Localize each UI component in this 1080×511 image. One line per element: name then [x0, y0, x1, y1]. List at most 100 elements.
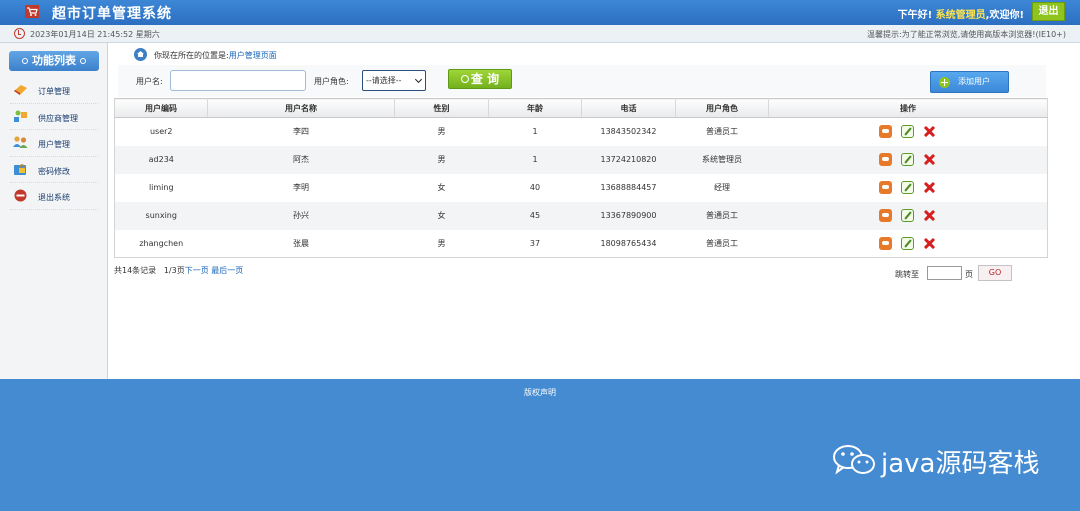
watermark-text: java源码客栈: [881, 449, 1040, 479]
view-icon[interactable]: [879, 125, 893, 139]
add-user-button[interactable]: 添加用户: [930, 71, 1009, 93]
users-icon: [13, 136, 28, 148]
edit-icon[interactable]: [901, 153, 915, 166]
cell-actions: [768, 173, 1048, 202]
column-header: 性别: [394, 98, 489, 118]
last-page-link[interactable]: 最后一页: [211, 266, 243, 275]
breadcrumb: 你现在所在的位置是:用户管理页面: [118, 46, 1046, 63]
welcome-text: ,欢迎你!: [985, 10, 1024, 21]
menu-header: 功能列表: [9, 51, 99, 71]
query-button[interactable]: 查 询: [448, 69, 512, 89]
cell-user-name: 阿杰: [207, 145, 395, 174]
cell-actions: [768, 145, 1048, 174]
chevron-down-icon: [414, 75, 423, 84]
column-header: 用户名称: [207, 98, 395, 118]
sidebar-item-label: 退出系统: [38, 193, 70, 202]
copyright-text: 版权声明: [524, 388, 556, 397]
sidebar-item-users[interactable]: 用户管理: [10, 130, 98, 157]
cell-gender: 女: [394, 201, 489, 230]
sidebar-item-label: 密码修改: [38, 166, 70, 176]
view-icon[interactable]: [879, 181, 893, 194]
bullet-icon: [22, 58, 28, 64]
sidebar-item-orders[interactable]: 订单管理: [10, 77, 98, 104]
edit-icon[interactable]: [901, 236, 915, 250]
footer: 版权声明 java源码客栈: [0, 379, 1080, 511]
go-button[interactable]: GO: [978, 265, 1012, 281]
browser-tip: 温馨提示:为了能正常浏览,请使用高版本浏览器!(IE10+): [867, 30, 1066, 39]
cell-actions: [768, 201, 1048, 230]
wechat-icon: [833, 445, 875, 475]
cell-gender: 男: [394, 145, 489, 174]
app-title: 超市订单管理系统: [52, 6, 172, 22]
breadcrumb-prefix: 你现在所在的位置是:: [154, 51, 229, 60]
clock-icon: [14, 28, 25, 39]
cell-user-name: 张晨: [207, 229, 395, 258]
cell-age: 45: [488, 201, 582, 230]
sidebar-item-label: 订单管理: [38, 87, 70, 96]
sidebar-item-label: 供应商管理: [38, 113, 78, 123]
bullet-icon: [80, 58, 86, 64]
cell-gender: 男: [394, 229, 489, 258]
search-icon: [460, 74, 469, 83]
sidebar: 功能列表 订单管理 供应商管理 用户管理 密码修改 退出系统: [0, 43, 108, 379]
cell-role: 普通员工: [675, 201, 769, 230]
home-icon: [134, 48, 147, 61]
view-icon[interactable]: [879, 209, 893, 222]
delete-icon[interactable]: [923, 209, 936, 222]
table-row: user2 李四 男 1 13843502342 普通员工: [114, 117, 1048, 146]
page-indicator: 1/3页: [163, 266, 185, 275]
edit-icon[interactable]: [901, 181, 915, 194]
greeting-text: 下午好!: [897, 10, 933, 21]
view-icon[interactable]: [879, 153, 893, 166]
cell-user-code: zhangchen: [114, 229, 208, 258]
cell-phone: 18098765434: [581, 229, 676, 258]
delete-icon[interactable]: [923, 181, 936, 194]
cell-role: 经理: [675, 173, 769, 202]
sidebar-item-password[interactable]: 密码修改: [10, 157, 98, 183]
edit-icon[interactable]: [901, 125, 915, 139]
cell-user-code: user2: [114, 117, 208, 146]
search-panel: 用户名: 用户角色: --请选择-- 查 询 添加用户: [118, 65, 1046, 97]
cell-user-name: 孙兴: [207, 201, 395, 230]
cell-phone: 13367890900: [581, 201, 676, 230]
shopping-cart-icon: [25, 5, 39, 18]
current-datetime: 2023年01月14日 21:45:52 星期六: [30, 30, 160, 39]
role-select-value: --请选择--: [366, 76, 402, 85]
cell-age: 40: [488, 173, 582, 202]
cell-user-code: sunxing: [114, 201, 208, 230]
cell-gender: 女: [394, 173, 489, 202]
sidebar-item-exit[interactable]: 退出系统: [10, 183, 98, 210]
cell-user-code: ad234: [114, 145, 208, 174]
greeting: 下午好! 系统管理员,欢迎你!: [898, 6, 1024, 21]
add-user-label: 添加用户: [958, 77, 990, 86]
delete-icon[interactable]: [923, 237, 936, 250]
watermark: java源码客栈: [832, 441, 1054, 479]
breadcrumb-text: 你现在所在的位置是:用户管理页面: [154, 50, 277, 61]
info-bar: 2023年01月14日 21:45:52 星期六 温馨提示:为了能正常浏览,请使…: [0, 25, 1080, 43]
sidebar-item-label: 用户管理: [38, 140, 70, 149]
column-header: 电话: [581, 98, 676, 118]
breadcrumb-current[interactable]: 用户管理页面: [229, 51, 277, 60]
cell-age: 1: [488, 117, 582, 146]
logout-button[interactable]: 退出: [1032, 2, 1065, 21]
role-select[interactable]: --请选择--: [362, 70, 426, 91]
cell-actions: [768, 117, 1048, 146]
menu-header-label: 功能列表: [32, 54, 76, 67]
password-icon: [14, 163, 26, 175]
view-icon[interactable]: [879, 236, 893, 250]
jump-label: 跳转至: [895, 270, 919, 279]
column-header: 年龄: [488, 98, 582, 118]
jump-page-input[interactable]: [927, 266, 962, 280]
cell-phone: 13843502342: [581, 117, 676, 146]
delete-icon[interactable]: [923, 153, 936, 166]
username-input[interactable]: [170, 70, 306, 91]
column-header: 用户编码: [114, 98, 208, 118]
sidebar-item-suppliers[interactable]: 供应商管理: [10, 104, 98, 130]
cell-actions: [768, 229, 1048, 258]
plus-icon: [939, 77, 950, 88]
edit-icon[interactable]: [901, 209, 915, 222]
next-page-link[interactable]: 下一页: [185, 266, 209, 275]
table-row: sunxing 孙兴 女 45 13367890900 普通员工: [114, 201, 1048, 230]
delete-icon[interactable]: [923, 125, 936, 138]
cell-role: 系统管理员: [675, 145, 769, 174]
